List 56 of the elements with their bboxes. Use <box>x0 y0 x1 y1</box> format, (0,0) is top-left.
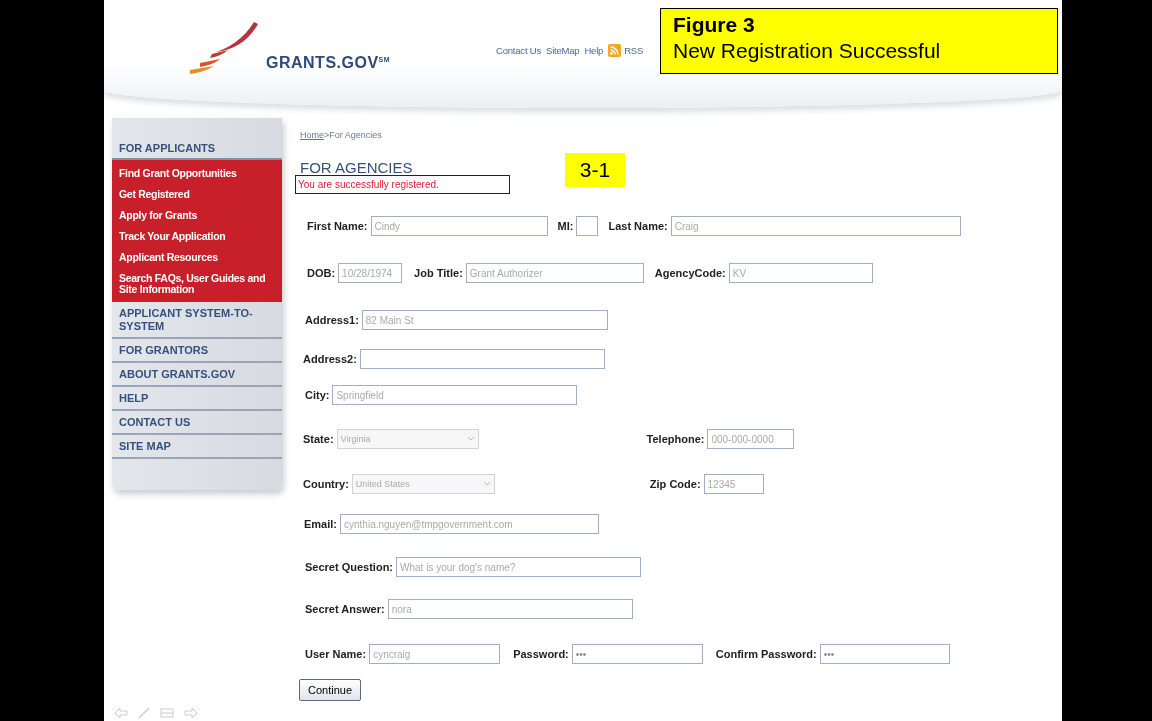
sidebar-item[interactable]: HELP <box>112 387 282 411</box>
forward-arrow-icon[interactable] <box>184 707 198 719</box>
field-label: Country: <box>303 478 349 490</box>
password-field[interactable]: ••• <box>571 644 703 664</box>
sidebar-item[interactable]: FOR GRANTORS <box>112 339 282 363</box>
page-title: FOR AGENCIES <box>300 160 413 175</box>
field-label: Address2: <box>303 353 357 365</box>
field-label: Zip Code: <box>649 478 701 490</box>
header-link[interactable]: SiteMap <box>546 45 580 56</box>
breadcrumb-link[interactable]: Home <box>300 130 324 140</box>
logo-text: GRANTS.GOV$^{SM}$ <box>266 54 391 72</box>
sidebar-item[interactable]: ABOUT GRANTS.GOV <box>112 363 282 387</box>
header-link[interactable]: Contact Us <box>496 45 541 56</box>
field-label: User Name: <box>305 648 367 660</box>
field-label: Last Name: <box>608 220 668 232</box>
submenu-link[interactable]: Get Registered <box>112 184 282 205</box>
swoosh-logo-icon <box>188 22 260 74</box>
caret-icon <box>482 481 491 487</box>
field-label: City: <box>305 389 330 401</box>
sidebar-item[interactable]: CONTACT US <box>112 411 282 435</box>
field-label: State: <box>303 433 334 445</box>
field-label: Telephone: <box>646 433 705 445</box>
field-label: Secret Question: <box>305 561 394 573</box>
rss-link[interactable]: RSS <box>608 44 644 57</box>
input-field[interactable] <box>359 349 605 369</box>
field-label: Job Title: <box>414 267 463 279</box>
submenu-link[interactable]: Search FAQs, User Guides and Site Information <box>112 268 282 300</box>
field-label: Password: <box>513 648 569 660</box>
field-label: Address1: <box>305 314 359 326</box>
callout-text: Figure 3 <box>673 12 756 38</box>
field-label: Email: <box>304 518 337 530</box>
submenu-link[interactable]: Track Your Application <box>112 226 282 247</box>
sidebar-item[interactable]: APPLICANT SYSTEM-TO-SYSTEM <box>112 302 282 339</box>
rss-icon <box>608 44 622 57</box>
callout-text: New Registration Successful <box>673 38 942 64</box>
input-field[interactable] <box>576 216 599 236</box>
menu-icon[interactable] <box>160 707 174 719</box>
submenu-link[interactable]: Find Grant Opportunities <box>112 163 282 184</box>
continue-button[interactable]: Continue <box>299 679 362 701</box>
step-badge: 3-1 <box>565 153 625 187</box>
pen-icon[interactable] <box>138 707 150 719</box>
success-message: You are successfully registered. <box>295 175 510 194</box>
field-label: Secret Answer: <box>305 603 385 615</box>
field-label: AgencyCode: <box>654 267 726 279</box>
submenu-link[interactable]: Applicant Resources <box>112 247 282 268</box>
sidebar-item[interactable]: SITE MAP <box>112 435 282 459</box>
password-field[interactable]: ••• <box>819 644 950 664</box>
header-link[interactable]: Help <box>584 45 604 56</box>
field-label: First Name: <box>307 220 368 232</box>
caret-icon <box>466 436 475 442</box>
field-label: Confirm Password: <box>715 648 817 660</box>
submenu-link[interactable]: Apply for Grants <box>112 205 282 226</box>
breadcrumb-text: >For Agencies <box>324 130 382 140</box>
field-label: MI: <box>557 220 574 232</box>
back-arrow-icon[interactable] <box>114 707 128 719</box>
field-label: DOB: <box>307 267 336 279</box>
